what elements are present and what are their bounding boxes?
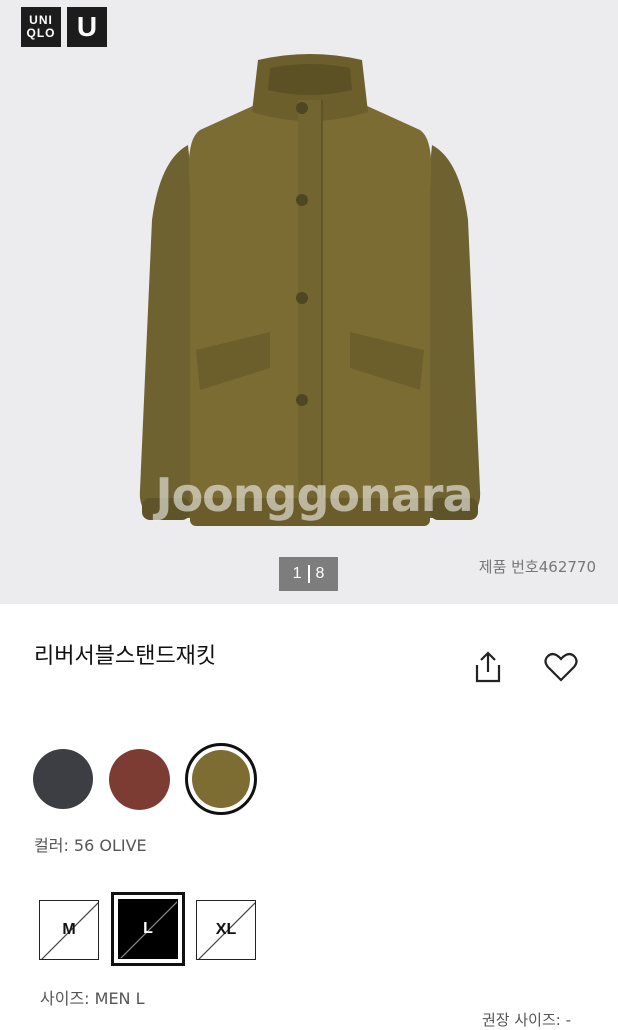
product-title: 리버서블스탠드재킷 bbox=[34, 644, 217, 669]
size-option-l-label: L bbox=[143, 920, 153, 937]
selected-color-label: 컬러: 56 OLIVE bbox=[34, 836, 147, 855]
color-swatch-dark-gray[interactable] bbox=[33, 749, 93, 809]
recommended-size-label: 권장 사이즈: - bbox=[482, 1011, 572, 1029]
color-swatch-red-brown[interactable] bbox=[109, 749, 170, 810]
product-image-gallery[interactable]: UNI QLO U Joonggonara 1 8 제품 번호462770 bbox=[0, 0, 618, 604]
size-option-m[interactable]: M bbox=[39, 900, 99, 960]
size-option-m-label: M bbox=[62, 921, 76, 938]
image-pager[interactable]: 1 8 bbox=[279, 557, 338, 591]
color-swatch-olive[interactable] bbox=[192, 750, 250, 808]
size-option-xl-label: XL bbox=[215, 921, 237, 938]
pager-current: 1 bbox=[292, 565, 302, 582]
heart-icon[interactable] bbox=[544, 651, 578, 683]
uniqlo-u-logo: U bbox=[67, 7, 107, 47]
share-icon[interactable] bbox=[472, 650, 504, 684]
product-number: 제품 번호462770 bbox=[478, 558, 596, 576]
uniqlo-logo: UNI QLO bbox=[21, 7, 61, 47]
selected-size-label: 사이즈: MEN L bbox=[40, 989, 145, 1008]
size-option-l[interactable]: L bbox=[118, 899, 178, 959]
logo-line2: QLO bbox=[26, 26, 56, 40]
pager-total: 8 bbox=[315, 565, 325, 582]
watermark-text: Joonggonara bbox=[155, 468, 473, 522]
size-option-xl[interactable]: XL bbox=[196, 900, 256, 960]
jacket-product-image bbox=[139, 54, 481, 526]
pager-separator bbox=[307, 565, 310, 583]
